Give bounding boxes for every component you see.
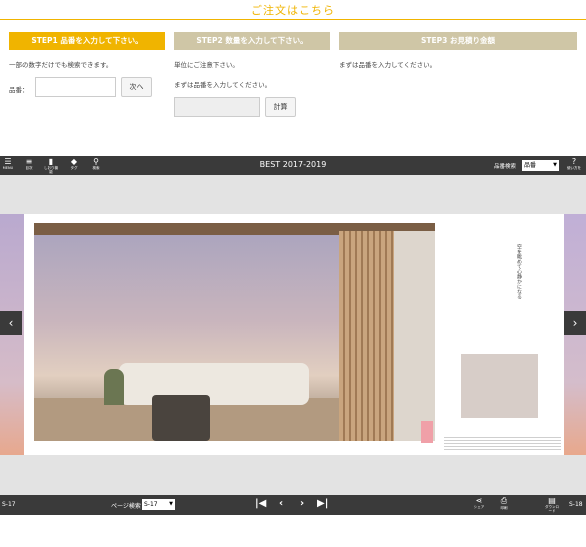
next-page-button[interactable]: ›: [300, 498, 304, 509]
part-number-input[interactable]: [35, 77, 116, 97]
page-search-label: ページ検索: [111, 503, 141, 510]
page-search-select[interactable]: S-17 ▼: [142, 499, 175, 510]
calc-button[interactable]: 計算: [265, 97, 296, 117]
prev-page-button[interactable]: ‹: [279, 498, 283, 509]
next-button[interactable]: 次へ: [121, 77, 152, 97]
vertical-copy-text: 空を眺めて心静かになる: [516, 244, 522, 299]
part-number-label: 品番：: [9, 86, 29, 94]
step3-note: まずは品番を入力してください。: [339, 61, 437, 69]
order-title: ご注文はこちら: [251, 4, 335, 17]
step2-note: まずは品番を入力してください。: [174, 81, 272, 89]
quantity-input[interactable]: [174, 97, 260, 117]
swatch-sample: [461, 354, 538, 418]
last-page-button[interactable]: ▶|: [317, 498, 328, 509]
part-search-select[interactable]: 品番 ▼: [522, 160, 559, 171]
left-page-number: S-17: [2, 501, 16, 508]
pdf-icon[interactable]: ▤ ダウンロード: [544, 496, 560, 513]
title-divider: [0, 19, 586, 20]
step1-note: 一部の数字だけでも検索できます。: [9, 61, 113, 69]
next-page-arrow[interactable]: ›: [564, 311, 586, 335]
spec-text-block: [444, 435, 561, 451]
help-icon[interactable]: ? 使い方を: [566, 157, 582, 170]
interior-photo: [34, 223, 435, 441]
prev-page-arrow[interactable]: ‹: [0, 311, 22, 335]
chevron-down-icon: ▼: [169, 501, 173, 507]
step1-header: STEP1 品番を入力して下さい。: [9, 32, 165, 50]
print-icon[interactable]: ⎙ 印刷: [496, 496, 512, 510]
first-page-button[interactable]: |◀: [255, 498, 266, 509]
step3-header: STEP3 お見積り金額: [339, 32, 577, 50]
viewer-bottom-bar: S-17 ページ検索 S-17 ▼ |◀ ‹ › ▶| ⋖ シェア ⎙ 印刷 ▤ ダウン…: [0, 495, 586, 515]
right-page-number: S-18: [569, 501, 583, 508]
viewer-toolbar: ☰ MENU ≡ 目次 ▮ しおり機能 ◆ タグ ⚲ 検索 BEST 2017-2019 …: [0, 156, 586, 175]
chevron-down-icon: ▼: [553, 162, 557, 168]
vertical-copy: [449, 238, 451, 358]
step2-unit-note: 単位にご注意下さい。: [174, 61, 239, 69]
catalog-spread: 空を眺めて心静かになる: [24, 214, 564, 455]
page-tab-marker: [421, 421, 433, 443]
part-search-label: 品番検索: [494, 164, 517, 170]
step2-header: STEP2 数量を入力して下さい。: [174, 32, 330, 50]
share-icon[interactable]: ⋖ シェア: [471, 496, 487, 509]
